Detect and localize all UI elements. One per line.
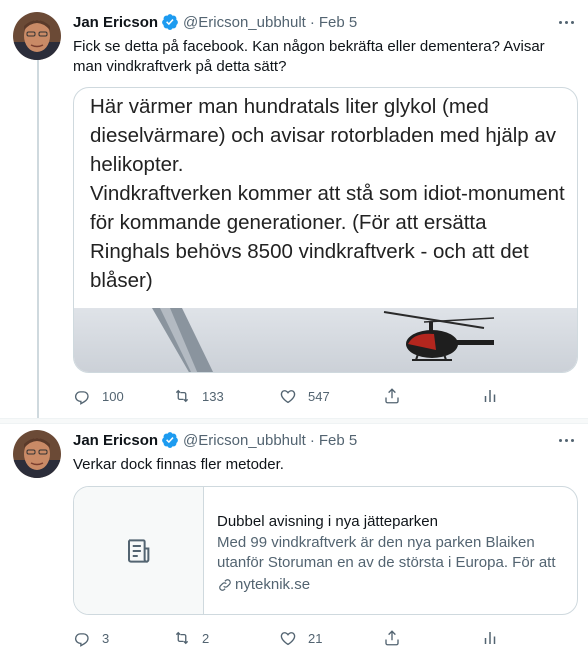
- card-body: Dubbel avisning i nya jätteparken Med 99…: [217, 512, 569, 595]
- link-card[interactable]: Dubbel avisning i nya jätteparken Med 99…: [73, 486, 578, 615]
- verified-badge-icon: [162, 14, 178, 30]
- tweet[interactable]: Jan Ericson @Ericson_ubbhult · Feb 5 Fic…: [0, 0, 588, 432]
- link-icon: [219, 579, 231, 591]
- tweet-actions: 100 133 547: [73, 386, 503, 406]
- analytics-icon: [484, 632, 496, 644]
- like-button[interactable]: 21: [279, 629, 383, 647]
- thread-connector-line: [37, 60, 39, 432]
- reply-button[interactable]: 100: [73, 387, 173, 405]
- retweet-count: 133: [202, 388, 224, 404]
- card-domain: nyteknik.se: [217, 575, 569, 595]
- tweet-actions: 3 2 21: [73, 628, 503, 648]
- author-name[interactable]: Jan Ericson: [73, 14, 158, 31]
- share-icon: [385, 388, 399, 404]
- like-count: 547: [308, 388, 330, 404]
- reply-button[interactable]: 3: [73, 629, 173, 647]
- like-icon: [280, 390, 296, 404]
- card-title: Dubbel avisning i nya jätteparken: [217, 513, 438, 530]
- tweet-header: Jan Ericson @Ericson_ubbhult · Feb 5: [73, 430, 357, 450]
- retweet-count: 2: [202, 630, 210, 646]
- like-icon: [280, 632, 296, 646]
- analytics-icon: [484, 390, 496, 402]
- tweet-media-image[interactable]: Här värmer man hundratals liter glykol (…: [73, 87, 578, 373]
- retweet-icon: [175, 631, 189, 645]
- share-button[interactable]: [383, 629, 481, 647]
- retweet-button[interactable]: 133: [173, 387, 279, 405]
- tweet-text: Verkar dock finnas fler metoder.: [73, 456, 284, 473]
- author-handle[interactable]: @Ericson_ubbhult: [183, 14, 306, 31]
- reply-icon: [74, 633, 89, 647]
- card-domain-text: nyteknik.se: [235, 576, 311, 593]
- card-description: Med 99 vindkraftverk är den nya parken B…: [217, 534, 556, 571]
- share-button[interactable]: [383, 387, 481, 405]
- reply-count: 100: [102, 388, 124, 404]
- reply-icon: [74, 391, 89, 405]
- more-icon[interactable]: [554, 430, 578, 450]
- tweet[interactable]: Jan Ericson @Ericson_ubbhult · Feb 5 Ver…: [0, 424, 588, 661]
- author-name[interactable]: Jan Ericson: [73, 432, 158, 449]
- analytics-button[interactable]: [481, 387, 499, 405]
- verified-badge-icon: [162, 432, 178, 448]
- separator-dot: ·: [309, 13, 315, 31]
- retweet-button[interactable]: 2: [173, 629, 279, 647]
- helicopter-photo: [74, 308, 577, 372]
- avatar[interactable]: [13, 430, 61, 478]
- card-thumbnail: [74, 487, 204, 614]
- analytics-button[interactable]: [481, 629, 499, 647]
- tweet-date[interactable]: Feb 5: [319, 14, 357, 31]
- like-button[interactable]: 547: [279, 387, 383, 405]
- like-count: 21: [308, 630, 323, 646]
- avatar[interactable]: [13, 12, 61, 60]
- share-icon: [385, 630, 399, 646]
- retweet-icon: [175, 389, 189, 403]
- reply-count: 3: [102, 630, 110, 646]
- separator-dot: ·: [309, 431, 315, 449]
- tweet-date[interactable]: Feb 5: [319, 432, 357, 449]
- tweet-text: Fick se detta på facebook. Kan någon bek…: [73, 38, 545, 75]
- image-caption-text: Här värmer man hundratals liter glykol (…: [90, 95, 565, 292]
- more-icon[interactable]: [554, 12, 578, 32]
- author-handle[interactable]: @Ericson_ubbhult: [183, 432, 306, 449]
- article-icon: [127, 538, 149, 563]
- tweet-header: Jan Ericson @Ericson_ubbhult · Feb 5: [73, 12, 357, 32]
